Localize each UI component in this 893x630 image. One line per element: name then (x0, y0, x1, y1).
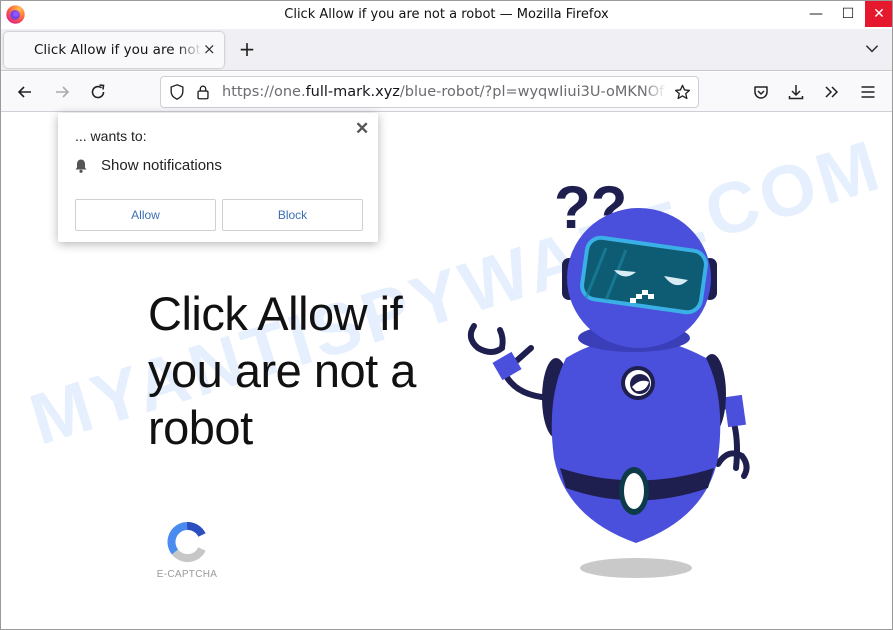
robot-left-hand (467, 323, 506, 355)
nav-bar: https://one.full-mark.xyz/blue-robot/?pl… (1, 72, 892, 112)
close-window-button[interactable]: ✕ (865, 1, 892, 27)
allow-button[interactable]: Allow (75, 199, 216, 231)
captcha-c-icon (167, 522, 206, 563)
captcha-logo: E-CAPTCHA (154, 521, 220, 580)
captcha-label: E-CAPTCHA (156, 569, 218, 580)
window-title: Click Allow if you are not a robot — Moz… (284, 7, 609, 22)
popup-permission-text: Show notifications (101, 157, 222, 174)
download-icon[interactable] (786, 82, 806, 102)
url-bar[interactable]: https://one.full-mark.xyz/blue-robot/?pl… (160, 76, 699, 108)
minimize-button[interactable]: — (801, 1, 831, 27)
url-prefix: https://one. (222, 84, 306, 100)
robot-illustration: ?? (467, 174, 750, 578)
overflow-icon[interactable] (822, 82, 842, 102)
menu-icon[interactable] (858, 82, 878, 102)
robot-right-cuff (723, 394, 747, 428)
popup-close-icon[interactable]: ✕ (355, 119, 369, 139)
tab-active[interactable]: Click Allow if you are not a robot × (4, 32, 224, 68)
page-headline: Click Allow if you are not a robot (148, 287, 416, 454)
popup-origin-text: ... wants to: (75, 128, 147, 144)
block-button[interactable]: Block (222, 199, 363, 231)
maximize-button[interactable]: ☐ (833, 1, 863, 27)
tab-close-icon[interactable]: × (203, 40, 216, 58)
robot-right-hand (715, 450, 750, 479)
popup-permission-row: Show notifications (73, 157, 222, 174)
back-icon[interactable] (15, 82, 35, 102)
pocket-icon[interactable] (751, 82, 771, 102)
new-tab-button[interactable]: + (236, 37, 258, 61)
tab-strip: Click Allow if you are not a robot × + (1, 29, 892, 71)
lock-icon[interactable] (194, 83, 212, 101)
robot-shadow (580, 558, 692, 578)
robot-left-cuff (492, 351, 522, 381)
url-path: /blue-robot/?pl=wyqwIiui3U-oMKNOfT (399, 84, 666, 100)
forward-icon[interactable] (52, 82, 72, 102)
tab-title: Click Allow if you are not a robot (34, 42, 202, 58)
reload-icon[interactable] (88, 82, 108, 102)
url-host: full-mark.xyz (305, 84, 400, 100)
shield-icon[interactable] (168, 83, 186, 101)
url-text[interactable]: https://one.full-mark.xyz/blue-robot/?pl… (222, 84, 666, 100)
title-bar: Click Allow if you are not a robot — Moz… (1, 1, 892, 29)
bell-icon (75, 159, 87, 173)
notification-permission-popup: ✕ ... wants to: Show notifications Allow… (58, 113, 378, 242)
star-icon[interactable] (673, 83, 692, 102)
browser-window: Click Allow if you are not a robot — Moz… (0, 0, 893, 630)
chevron-down-icon[interactable] (863, 39, 881, 57)
